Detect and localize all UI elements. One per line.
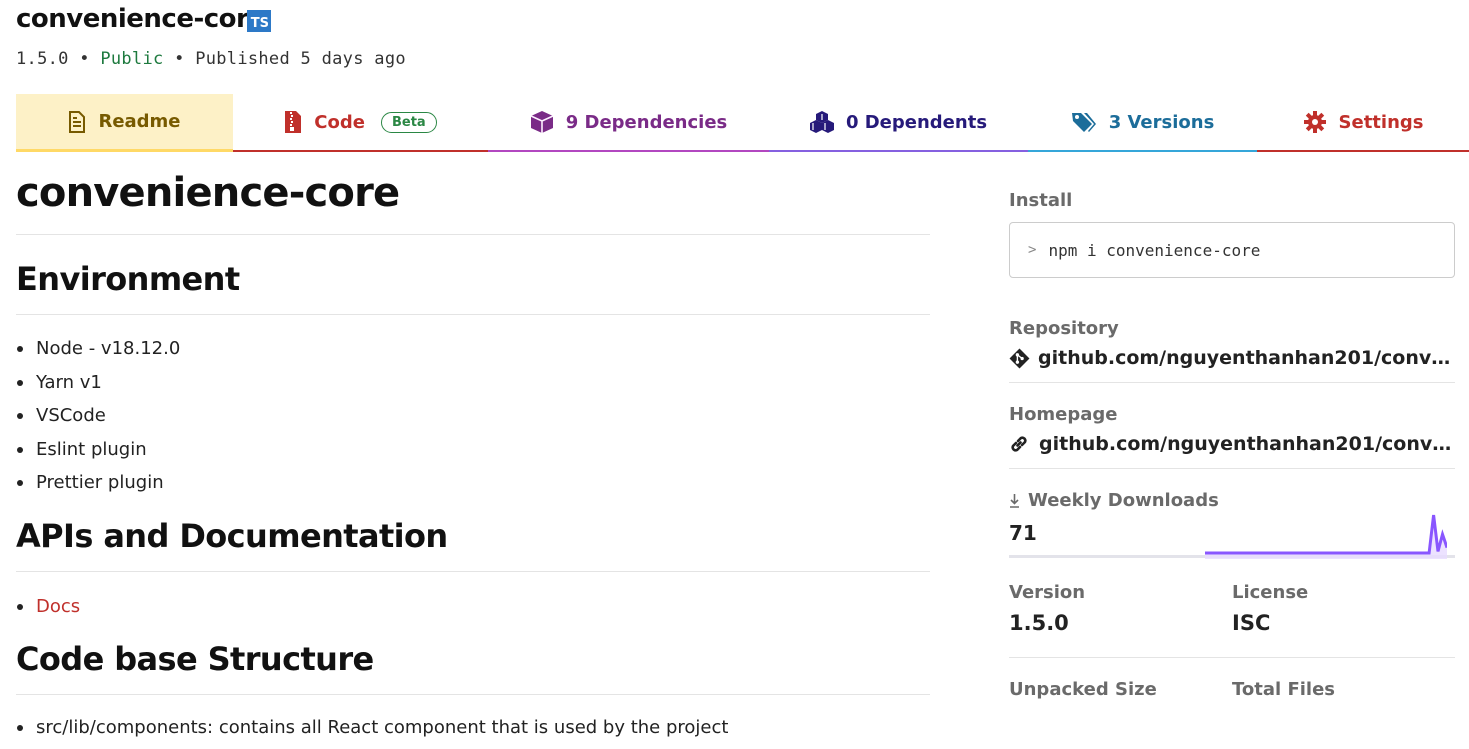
- published-time: Published 5 days ago: [195, 49, 406, 69]
- visibility-status: Public: [100, 49, 164, 69]
- docs-link[interactable]: Docs: [36, 596, 80, 617]
- tags-icon: [1071, 111, 1097, 133]
- zip-file-icon: [284, 110, 302, 134]
- size-files-row: Unpacked Size Total Files: [1009, 679, 1455, 700]
- list-item: Eslint plugin: [16, 433, 930, 467]
- package-sidebar: Install > npm i convenience-core Reposit…: [1009, 190, 1455, 700]
- tab-code-label: Code: [314, 111, 365, 133]
- tab-settings[interactable]: Settings: [1257, 94, 1469, 152]
- meta-bullet: •: [174, 49, 185, 69]
- license-label: License: [1232, 582, 1309, 603]
- environment-list: Node - v18.12.0 Yarn v1 VSCode Eslint pl…: [16, 332, 930, 500]
- unpacked-size-label: Unpacked Size: [1009, 679, 1157, 700]
- tab-dependents[interactable]: 0 Dependents: [769, 94, 1028, 152]
- version-value: 1.5.0: [1009, 611, 1069, 635]
- list-item: Prettier plugin: [16, 466, 930, 500]
- package-tabs: Readme Code Beta 9 Dependencies 0 Depend…: [16, 94, 1469, 152]
- list-item: VSCode: [16, 399, 930, 433]
- apis-list: Docs: [16, 590, 930, 624]
- readme-title: convenience-core: [16, 170, 930, 235]
- list-item: Node - v18.12.0: [16, 332, 930, 366]
- tab-dependencies-label: 9 Dependencies: [565, 111, 728, 133]
- beta-badge: Beta: [380, 111, 437, 133]
- repository-url: github.com/nguyenthanhan201/conven…: [1038, 347, 1455, 369]
- tab-settings-label: Settings: [1338, 111, 1424, 133]
- install-command-box[interactable]: > npm i convenience-core: [1009, 222, 1455, 278]
- document-icon: [68, 110, 86, 133]
- weekly-downloads-text: Weekly Downloads: [1028, 490, 1219, 511]
- divider: [1009, 657, 1455, 658]
- tab-dependents-label: 0 Dependents: [845, 111, 988, 133]
- divider: [1009, 382, 1455, 383]
- git-icon: [1009, 348, 1030, 369]
- tab-code[interactable]: Code Beta: [233, 94, 488, 152]
- link-icon: [1009, 434, 1029, 454]
- weekly-downloads-count: 71: [1009, 521, 1037, 545]
- homepage-link[interactable]: github.com/nguyenthanhan201/conven…: [1009, 433, 1455, 455]
- homepage-label: Homepage: [1009, 404, 1118, 425]
- readme-content: convenience-core Environment Node - v18.…: [16, 170, 930, 745]
- tab-versions-label: 3 Versions: [1108, 111, 1215, 133]
- version-license-row: Version 1.5.0 License ISC: [1009, 582, 1455, 635]
- homepage-url: github.com/nguyenthanhan201/conven…: [1039, 433, 1455, 455]
- package-title: convenience-core: [16, 4, 266, 34]
- version-label: Version: [1009, 582, 1086, 603]
- meta-bullet: •: [79, 49, 90, 69]
- tab-versions[interactable]: 3 Versions: [1028, 94, 1257, 152]
- download-icon: [1009, 493, 1020, 508]
- list-item: Yarn v1: [16, 366, 930, 400]
- environment-heading: Environment: [16, 259, 930, 315]
- downloads-sparkline: [1205, 514, 1447, 559]
- package-version: 1.5.0: [16, 49, 69, 69]
- apis-heading: APIs and Documentation: [16, 516, 930, 572]
- tab-dependencies[interactable]: 9 Dependencies: [488, 94, 769, 152]
- tab-readme-label: Readme: [98, 111, 181, 132]
- structure-list: src/lib/components: contains all React c…: [16, 711, 930, 745]
- typescript-badge-icon: TS: [247, 10, 271, 32]
- gear-icon: [1303, 110, 1327, 134]
- repository-label: Repository: [1009, 318, 1119, 339]
- boxes-icon: [809, 110, 834, 134]
- repository-link[interactable]: github.com/nguyenthanhan201/conven…: [1009, 347, 1455, 369]
- box-icon: [530, 110, 554, 134]
- license-value: ISC: [1232, 611, 1271, 635]
- total-files-label: Total Files: [1232, 679, 1335, 700]
- tab-readme[interactable]: Readme: [16, 94, 233, 152]
- install-command: npm i convenience-core: [1048, 240, 1261, 260]
- install-label: Install: [1009, 190, 1073, 211]
- divider: [1009, 468, 1455, 469]
- weekly-downloads-label: Weekly Downloads: [1009, 490, 1455, 511]
- list-item: src/lib/components: contains all React c…: [16, 711, 930, 745]
- structure-heading: Code base Structure: [16, 639, 930, 695]
- package-meta: 1.5.0 • Public • Published 5 days ago: [16, 49, 406, 69]
- downloads-row: 71: [1009, 511, 1455, 559]
- terminal-prompt-icon: >: [1028, 242, 1037, 258]
